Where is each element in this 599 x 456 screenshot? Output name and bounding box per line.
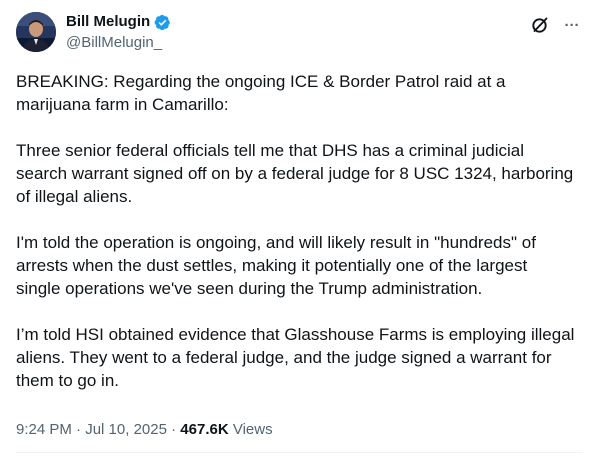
verified-badge-icon[interactable] xyxy=(154,14,171,31)
more-icon[interactable]: ··· xyxy=(561,14,583,36)
meta-separator: · xyxy=(166,421,181,438)
tweet-paragraph: BREAKING: Regarding the ongoing ICE & Bo… xyxy=(16,72,506,114)
avatar[interactable] xyxy=(16,12,56,52)
handle[interactable]: @BillMelugin_ xyxy=(66,33,171,53)
tweet-paragraph: Three senior federal officials tell me t… xyxy=(16,141,574,206)
grok-icon[interactable] xyxy=(529,14,551,36)
tweet-card: Bill Melugin @BillMelugin_ ··· BREAKING:… xyxy=(0,0,599,456)
display-name[interactable]: Bill Melugin xyxy=(66,12,150,32)
profile-photo-icon xyxy=(16,12,56,52)
timestamp-time[interactable]: 9:24 PM xyxy=(16,421,72,438)
timestamp-date[interactable]: Jul 10, 2025 xyxy=(85,421,167,438)
divider xyxy=(16,452,583,453)
tweet-header: Bill Melugin @BillMelugin_ ··· xyxy=(16,10,583,58)
tweet-paragraph: I'm told the operation is ongoing, and w… xyxy=(16,233,536,298)
display-name-row: Bill Melugin xyxy=(66,12,171,32)
tweet-paragraph: I’m told HSI obtained evidence that Glas… xyxy=(16,325,575,390)
author-info: Bill Melugin @BillMelugin_ xyxy=(66,12,171,53)
header-actions: ··· xyxy=(529,14,583,36)
more-label: ··· xyxy=(564,16,580,34)
views-count[interactable]: 467.6K xyxy=(180,421,228,438)
tweet-text: BREAKING: Regarding the ongoing ICE & Bo… xyxy=(16,70,576,415)
views-label: Views xyxy=(228,421,273,438)
meta-separator: · xyxy=(71,421,86,438)
tweet-meta: 9:24 PM · Jul 10, 2025 · 467.6K Views xyxy=(16,420,273,440)
